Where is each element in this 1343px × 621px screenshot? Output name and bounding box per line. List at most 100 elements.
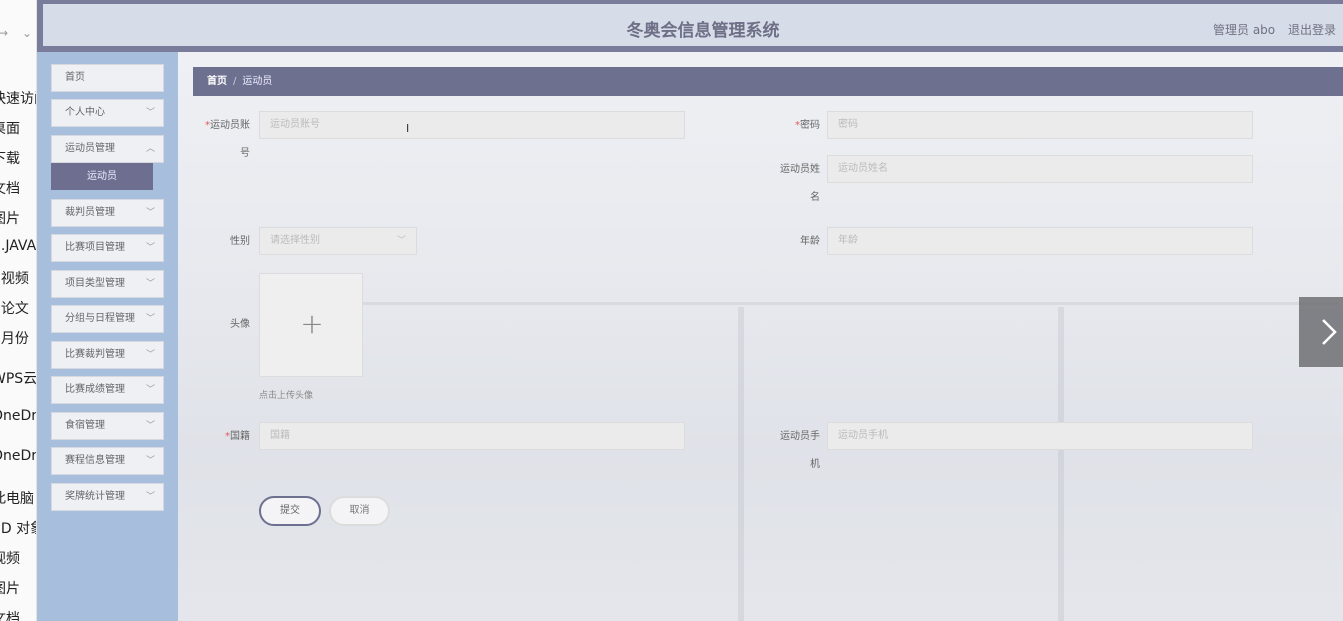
gender-select[interactable]: 请选择性别 ﹀: [259, 227, 417, 255]
explorer-item[interactable]: 图片: [0, 208, 36, 228]
explorer-item[interactable]: 图片: [0, 578, 36, 598]
sidebar-item-label: 首页: [65, 72, 85, 83]
phone-input[interactable]: 运动员手机: [827, 422, 1253, 450]
name-label: 运动员姓: [780, 164, 820, 175]
explorer-item[interactable]: 视频: [0, 548, 36, 568]
sidebar-item-schedule-info-management[interactable]: 赛程信息管理 ﹀: [51, 447, 164, 475]
sidebar-item-label: 食宿管理: [65, 420, 105, 431]
account-input[interactable]: 运动员账号: [259, 111, 685, 139]
account-label: *运动员账: [205, 120, 250, 131]
explorer-item[interactable]: 文档: [0, 178, 36, 198]
chevron-down-icon: ﹀: [145, 279, 155, 289]
password-input[interactable]: 密码: [827, 111, 1253, 139]
chevron-down-icon: ﹀: [145, 492, 155, 502]
phone-label: 运动员手: [780, 431, 820, 442]
explorer-item[interactable]: 快速访问: [0, 88, 36, 108]
chevron-down-icon: ﹀: [145, 456, 155, 466]
breadcrumb-current: 运动员: [242, 76, 273, 87]
explorer-item[interactable]: OneDrive: [0, 448, 36, 464]
chevron-down-icon: ﹀: [145, 421, 155, 431]
logout-link[interactable]: 退出登录: [1288, 21, 1336, 38]
explorer-item[interactable]: 下载: [0, 148, 36, 168]
avatar-label: 头像: [230, 319, 250, 330]
sidebar-item-label: 个人中心: [65, 107, 105, 118]
forward-arrow-icon[interactable]: →: [0, 26, 8, 40]
background-decoration: [1058, 307, 1064, 621]
top-bar-panel: 冬奥会信息管理系统 管理员 abo 退出登录: [43, 4, 1343, 46]
sidebar-item-label: 赛程信息管理: [65, 455, 125, 466]
sidebar-item-label: 奖牌统计管理: [65, 491, 125, 502]
explorer-item[interactable]: 3月份: [0, 328, 36, 348]
current-user: 管理员 abo: [1213, 23, 1276, 37]
submenu-item-athlete[interactable]: 运动员: [51, 163, 153, 190]
file-explorer-pane: → ⌄ 快速访问 桌面 下载 文档 图片 1.JAVA 2视频 3论文 3月份 …: [0, 0, 37, 621]
explorer-nav: → ⌄: [0, 26, 36, 44]
nationality-label: *国籍: [225, 431, 250, 442]
sidebar: 首页 个人中心 ﹀ 运动员管理 ︿ 运动员 裁判员管理 ﹀ 比赛项目管理 ﹀ 项…: [37, 52, 178, 621]
explorer-item[interactable]: 3D 对象: [0, 518, 36, 538]
gender-label: 性别: [230, 236, 250, 247]
sidebar-item-match-referee-management[interactable]: 比赛裁判管理 ﹀: [51, 341, 164, 369]
password-label: *密码: [795, 120, 820, 131]
account-label-cont: 号: [240, 148, 250, 159]
sidebar-item-home[interactable]: 首页: [51, 64, 164, 92]
nationality-input[interactable]: 国籍: [259, 422, 685, 450]
background-decoration: [738, 307, 744, 621]
background-decoration: [358, 302, 1338, 305]
breadcrumb: 首页 / 运动员: [193, 67, 1343, 96]
chevron-down-icon: ﹀: [145, 314, 155, 324]
explorer-item[interactable]: OneDrive: [0, 408, 36, 424]
avatar-upload[interactable]: +: [259, 273, 363, 377]
explorer-item[interactable]: WPS云: [0, 368, 36, 388]
app-window: 冬奥会信息管理系统 管理员 abo 退出登录 首页 个人中心 ﹀ 运动员管理 ︿…: [37, 0, 1343, 621]
name-input[interactable]: 运动员姓名: [827, 155, 1253, 183]
plus-icon: +: [300, 307, 324, 340]
sidebar-item-event-type-management[interactable]: 项目类型管理 ﹀: [51, 270, 164, 298]
phone-label-cont: 机: [810, 459, 820, 470]
age-input[interactable]: 年龄: [827, 227, 1253, 255]
sidebar-item-label: 裁判员管理: [65, 207, 115, 218]
avatar-upload-tip: 点击上传头像: [259, 391, 314, 401]
submit-button[interactable]: 提交: [259, 496, 321, 526]
sidebar-item-profile[interactable]: 个人中心 ﹀: [51, 99, 164, 127]
sidebar-item-label: 比赛项目管理: [65, 242, 125, 253]
sidebar-item-score-management[interactable]: 比赛成绩管理 ﹀: [51, 376, 164, 404]
name-label-cont: 名: [810, 192, 820, 203]
sidebar-item-athlete-management[interactable]: 运动员管理 ︿: [51, 135, 164, 163]
app-title: 冬奥会信息管理系统: [626, 21, 780, 41]
chevron-down-icon: ﹀: [145, 208, 155, 218]
breadcrumb-separator: /: [233, 76, 237, 87]
explorer-item[interactable]: 文档: [0, 608, 36, 621]
explorer-item[interactable]: 桌面: [0, 118, 36, 138]
sidebar-item-referee-management[interactable]: 裁判员管理 ﹀: [51, 199, 164, 227]
main-content: 首页 / 运动员 *运动员账 号 运动员账号 I *密码 密码 运动员姓 名 运动员…: [178, 52, 1343, 621]
breadcrumb-home[interactable]: 首页: [207, 76, 227, 87]
cancel-button[interactable]: 取消: [329, 496, 390, 526]
chevron-down-icon[interactable]: ⌄: [22, 26, 32, 40]
sidebar-item-schedule-management[interactable]: 分组与日程管理 ﹀: [51, 305, 164, 333]
chevron-right-icon: [1322, 319, 1337, 345]
chevron-down-icon: ﹀: [145, 350, 155, 360]
explorer-item[interactable]: 此电脑: [0, 488, 36, 508]
gender-select-placeholder: 请选择性别: [270, 235, 320, 246]
next-slide-button[interactable]: [1299, 297, 1343, 367]
explorer-item[interactable]: 2视频: [0, 268, 36, 288]
sidebar-item-label: 项目类型管理: [65, 278, 125, 289]
sidebar-item-label: 运动员管理: [65, 143, 115, 154]
explorer-item[interactable]: 3论文: [0, 298, 36, 318]
text-cursor-icon: I: [406, 122, 410, 135]
sidebar-item-label: 分组与日程管理: [65, 313, 135, 324]
chevron-down-icon: ﹀: [396, 236, 406, 246]
explorer-item[interactable]: 1.JAVA: [0, 238, 36, 254]
sidebar-item-label: 比赛裁判管理: [65, 349, 125, 360]
chevron-up-icon: ︿: [145, 144, 155, 154]
sidebar-item-lodging-management[interactable]: 食宿管理 ﹀: [51, 412, 164, 440]
sidebar-item-label: 比赛成绩管理: [65, 384, 125, 395]
age-label: 年龄: [800, 236, 820, 247]
chevron-down-icon: ﹀: [145, 243, 155, 253]
chevron-down-icon: ﹀: [145, 385, 155, 395]
sidebar-item-medal-stats-management[interactable]: 奖牌统计管理 ﹀: [51, 483, 164, 511]
sidebar-item-event-management[interactable]: 比赛项目管理 ﹀: [51, 234, 164, 262]
chevron-down-icon: ﹀: [145, 108, 155, 118]
top-bar: 冬奥会信息管理系统 管理员 abo 退出登录: [37, 0, 1343, 52]
